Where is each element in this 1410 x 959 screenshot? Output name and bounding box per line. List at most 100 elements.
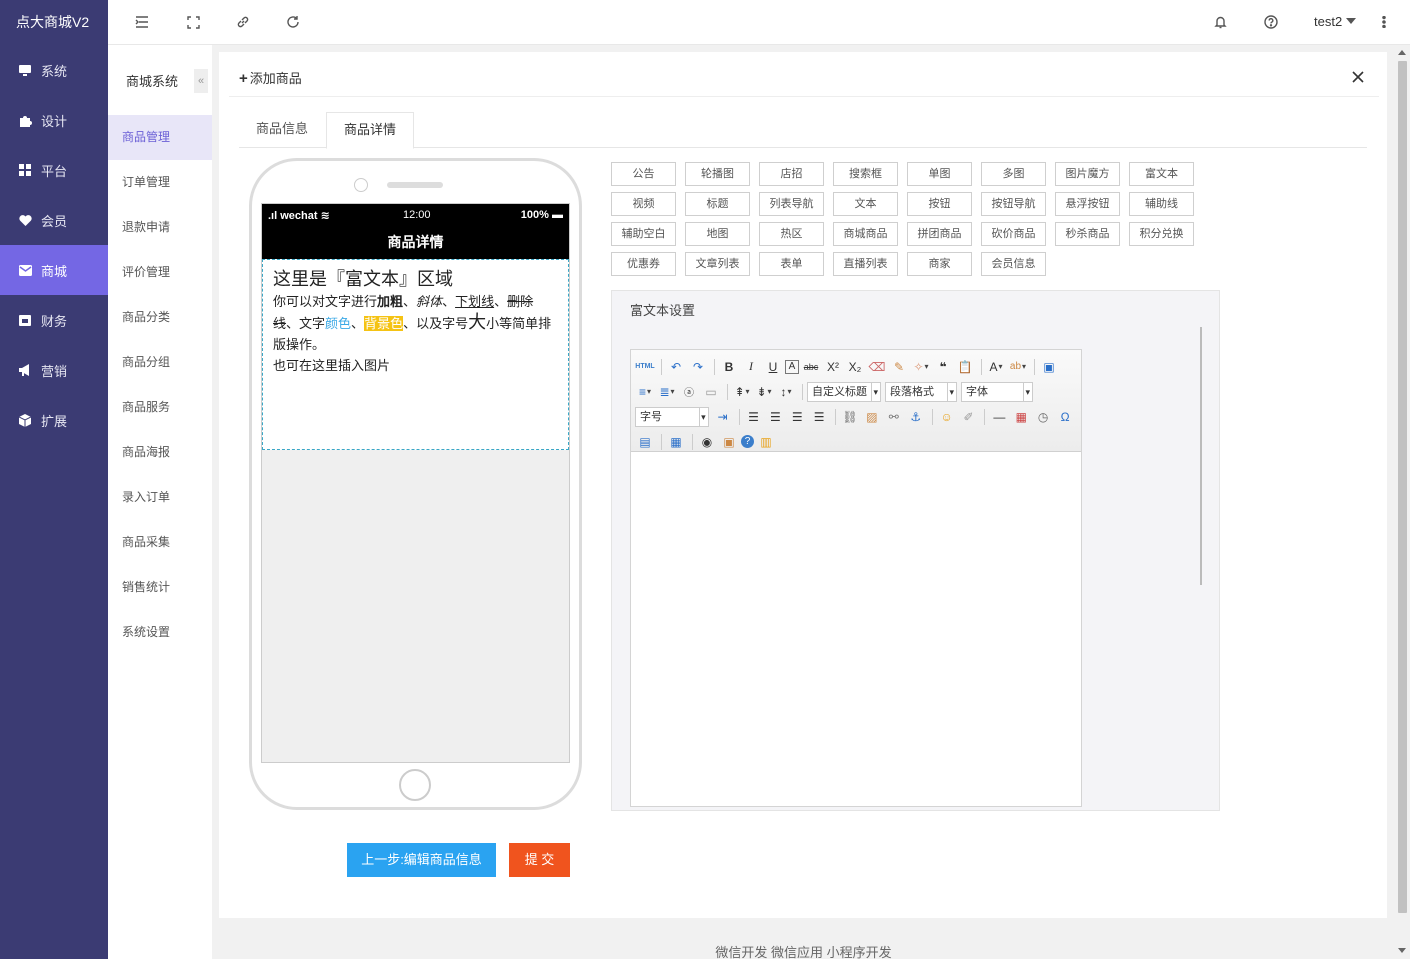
align-left-icon[interactable]: ☰ <box>744 407 764 427</box>
row-spacing-top-icon[interactable]: ⇞ <box>732 382 752 402</box>
component-button[interactable]: 按钮导航 <box>981 192 1046 216</box>
scroll-down-icon[interactable] <box>1398 948 1406 953</box>
component-button[interactable]: 轮播图 <box>685 162 750 186</box>
back-color-icon[interactable]: ab <box>1008 357 1028 377</box>
superscript-icon[interactable]: X² <box>823 357 843 377</box>
sub-item[interactable]: 销售统计 <box>108 565 212 610</box>
scrollbar-thumb[interactable] <box>1398 61 1407 913</box>
align-justify-icon[interactable]: ☰ <box>809 407 829 427</box>
bold-icon[interactable]: B <box>719 357 739 377</box>
menu-toggle-icon[interactable] <box>134 14 150 30</box>
format-painter-icon[interactable]: ✎ <box>889 357 909 377</box>
line-height-icon[interactable]: ↕ <box>776 382 796 402</box>
nav-item-finance[interactable]: 财务 <box>0 295 108 345</box>
nav-item-system[interactable]: 系统 <box>0 45 108 95</box>
close-icon[interactable] <box>1351 70 1365 84</box>
clear-doc-icon[interactable]: ▭ <box>701 382 721 402</box>
tab-product-info[interactable]: 商品信息 <box>239 112 325 148</box>
font-family-select[interactable]: 字体 <box>961 381 1033 402</box>
component-button[interactable]: 优惠券 <box>611 252 676 276</box>
component-button[interactable]: 直播列表 <box>833 252 898 276</box>
html-source-icon[interactable]: HTML <box>635 357 655 377</box>
sub-item[interactable]: 商品海报 <box>108 430 212 475</box>
insert-date-icon[interactable]: ▦ <box>1011 407 1031 427</box>
sub-item[interactable]: 订单管理 <box>108 160 212 205</box>
nav-item-marketing[interactable]: 营销 <box>0 345 108 395</box>
fullscreen-icon[interactable] <box>185 14 201 30</box>
component-button[interactable]: 列表导航 <box>759 192 824 216</box>
component-button[interactable]: 文章列表 <box>685 252 750 276</box>
component-button[interactable]: 热区 <box>759 222 824 246</box>
word-image-icon[interactable]: ▤ <box>635 432 655 452</box>
emoji-icon[interactable]: ☺ <box>937 407 957 427</box>
bell-icon[interactable] <box>1212 14 1228 30</box>
panel-scrollbar[interactable] <box>1200 327 1202 585</box>
insert-table-icon[interactable]: ▦ <box>666 432 686 452</box>
nav-item-extend[interactable]: 扩展 <box>0 395 108 445</box>
image-icon[interactable]: ▨ <box>862 407 882 427</box>
sub-item[interactable]: 评价管理 <box>108 250 212 295</box>
link-icon[interactable]: ⛓ <box>840 407 860 427</box>
ordered-list-icon[interactable]: ≡ <box>635 382 655 402</box>
insert-time-icon[interactable]: ◷ <box>1033 407 1053 427</box>
component-button[interactable]: 秒杀商品 <box>1055 222 1120 246</box>
link-icon[interactable] <box>235 14 251 30</box>
nav-item-mall[interactable]: 商城 <box>0 245 108 295</box>
page-break-icon[interactable]: ▥ <box>756 432 776 452</box>
text-direction-icon[interactable]: ⓐ <box>679 382 699 402</box>
component-button[interactable]: 会员信息 <box>981 252 1046 276</box>
paste-plain-icon[interactable]: 📋 <box>955 357 975 377</box>
scroll-up-icon[interactable] <box>1398 50 1406 55</box>
row-spacing-bottom-icon[interactable]: ⇟ <box>754 382 774 402</box>
search-replace-icon[interactable]: ◉ <box>697 432 717 452</box>
component-button[interactable]: 辅助线 <box>1129 192 1194 216</box>
component-button[interactable]: 悬浮按钮 <box>1055 192 1120 216</box>
eraser-icon[interactable]: ⌫ <box>867 357 887 377</box>
sub-item[interactable]: 系统设置 <box>108 610 212 655</box>
template-icon[interactable]: ▣ <box>719 432 739 452</box>
component-button[interactable]: 标题 <box>685 192 750 216</box>
component-button[interactable]: 单图 <box>907 162 972 186</box>
scrawl-icon[interactable]: ✐ <box>959 407 979 427</box>
page-scrollbar[interactable] <box>1395 45 1410 959</box>
sub-item[interactable]: 商品采集 <box>108 520 212 565</box>
help-icon[interactable]: ? <box>741 435 754 448</box>
horizontal-rule-icon[interactable]: — <box>989 407 1009 427</box>
font-border-icon[interactable]: A <box>785 359 799 374</box>
subscript-icon[interactable]: X₂ <box>845 357 865 377</box>
strikethrough-icon[interactable]: abc <box>801 357 821 377</box>
user-menu[interactable]: test2 <box>1314 14 1357 29</box>
component-button[interactable]: 图片魔方 <box>1055 162 1120 186</box>
rich-text-preview[interactable]: 这里是『富文本』区域 你可以对文字进行加粗、斜体、下划线、删除线、文字颜色、背景… <box>262 259 569 450</box>
font-color-icon[interactable]: A <box>986 357 1006 377</box>
auto-format-icon[interactable]: ✧ <box>911 357 931 377</box>
submit-button[interactable]: 提 交 <box>509 843 570 877</box>
component-button[interactable]: 商家 <box>907 252 972 276</box>
italic-icon[interactable]: I <box>741 357 761 377</box>
special-chars-icon[interactable]: Ω <box>1055 407 1075 427</box>
unlink-icon[interactable]: ⚯ <box>884 407 904 427</box>
custom-title-select[interactable]: 自定义标题 <box>807 381 881 402</box>
tab-product-detail[interactable]: 商品详情 <box>326 112 415 149</box>
component-button[interactable]: 积分兑换 <box>1129 222 1194 246</box>
unordered-list-icon[interactable]: ≣ <box>657 382 677 402</box>
indent-icon[interactable]: ⇥ <box>713 407 733 427</box>
component-button[interactable]: 按钮 <box>907 192 972 216</box>
component-button[interactable]: 店招 <box>759 162 824 186</box>
redo-icon[interactable]: ↷ <box>688 357 708 377</box>
sub-item[interactable]: 商品服务 <box>108 385 212 430</box>
nav-item-design[interactable]: 设计 <box>0 95 108 145</box>
sub-item[interactable]: 录入订单 <box>108 475 212 520</box>
component-button[interactable]: 砍价商品 <box>981 222 1046 246</box>
more-vertical-icon[interactable] <box>1376 14 1392 30</box>
component-button[interactable]: 公告 <box>611 162 676 186</box>
collapse-icon[interactable]: « <box>194 69 208 93</box>
component-button[interactable]: 地图 <box>685 222 750 246</box>
underline-icon[interactable]: U <box>763 357 783 377</box>
sub-item[interactable]: 商品管理 <box>108 115 212 160</box>
align-right-icon[interactable]: ☰ <box>787 407 807 427</box>
component-button[interactable]: 辅助空白 <box>611 222 676 246</box>
anchor-icon[interactable]: ⚓ <box>906 407 926 427</box>
font-size-select[interactable]: 字号 <box>635 406 709 427</box>
prev-step-button[interactable]: 上一步:编辑商品信息 <box>347 843 496 877</box>
